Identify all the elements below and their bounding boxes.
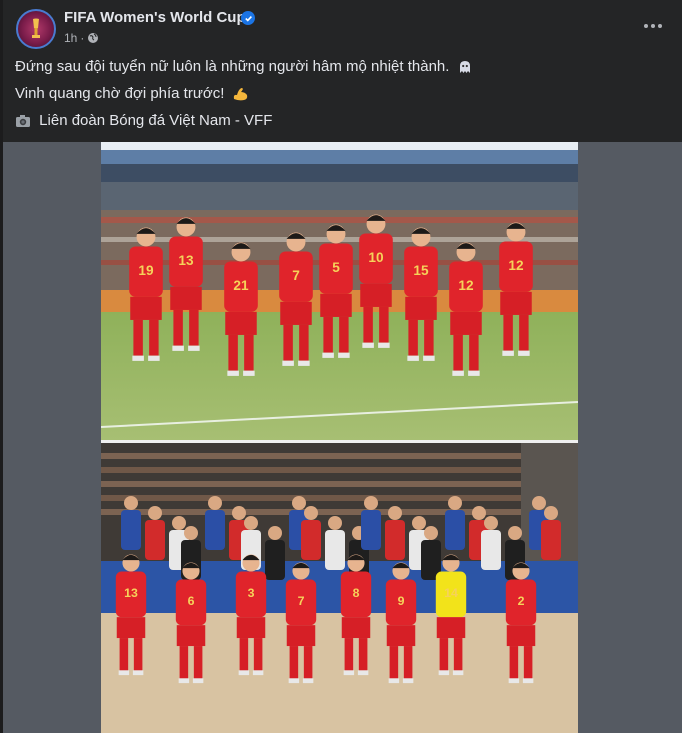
- fan-head: [508, 526, 522, 540]
- fan-body: [205, 510, 225, 550]
- fan-body: [481, 530, 501, 570]
- page-avatar[interactable]: [16, 9, 56, 49]
- flexed-biceps-emoji-icon: [233, 88, 247, 101]
- team-celebration-photo[interactable]: 19 13 21 7 5 10 15 12 12: [101, 142, 578, 440]
- jersey-number: 13: [178, 253, 194, 268]
- jersey-number: 3: [248, 586, 255, 600]
- page-name-link[interactable]: FIFA Women's World Cup: [64, 9, 246, 26]
- fan-head: [472, 506, 486, 520]
- fan-head: [208, 496, 222, 510]
- jersey-number: 7: [292, 268, 300, 283]
- fan-head: [148, 506, 162, 520]
- jersey-number: 14: [444, 586, 458, 600]
- fan-body: [445, 510, 465, 550]
- avatar-trophy-icon: [32, 18, 40, 38]
- fan-head: [364, 496, 378, 510]
- post-text-3: Liên đoàn Bóng đá Việt Nam - VFF: [39, 112, 273, 129]
- fan-body: [265, 540, 285, 580]
- fan-body: [541, 520, 561, 560]
- fan-head: [388, 506, 402, 520]
- jersey-number: 10: [368, 250, 384, 265]
- fan-body: [325, 530, 345, 570]
- fan-head: [292, 496, 306, 510]
- fan-body: [385, 520, 405, 560]
- jersey-number: 19: [138, 263, 154, 278]
- fan-head: [268, 526, 282, 540]
- more-options-icon[interactable]: [641, 16, 665, 36]
- jersey-number: 6: [188, 594, 195, 608]
- fan-head: [184, 526, 198, 540]
- post-meta: 1h ·: [64, 31, 99, 45]
- fan-head: [328, 516, 342, 530]
- fan-body: [145, 520, 165, 560]
- fan-head: [172, 516, 186, 530]
- fan-head: [448, 496, 462, 510]
- verified-badge-icon: [241, 11, 255, 25]
- fan-head: [544, 506, 558, 520]
- post-text-1: Đứng sau đội tuyển nữ luôn là những ngườ…: [15, 58, 450, 75]
- fan-body: [361, 510, 381, 550]
- jersey-number: 9: [398, 594, 405, 608]
- fan-head: [484, 516, 498, 530]
- fan-body: [121, 510, 141, 550]
- fan-head: [532, 496, 546, 510]
- fan-head: [424, 526, 438, 540]
- post-time-link[interactable]: 1h: [64, 31, 77, 45]
- fan-head: [244, 516, 258, 530]
- post-text-2: Vinh quang chờ đợi phía trước!: [15, 85, 225, 102]
- post-text-line-3: Liên đoàn Bóng đá Việt Nam - VFF: [15, 112, 272, 129]
- ghost-emoji-icon: [459, 61, 470, 74]
- jersey-number: 7: [298, 594, 305, 608]
- meta-dot: ·: [80, 31, 85, 45]
- fan-head: [412, 516, 426, 530]
- globe-icon[interactable]: [87, 32, 99, 44]
- jersey-number: 12: [508, 258, 524, 273]
- camera-emoji-icon: [16, 115, 30, 128]
- post-text-line-2: Vinh quang chờ đợi phía trước!: [15, 85, 249, 102]
- fan-head: [124, 496, 138, 510]
- team-with-fans-photo[interactable]: 13 6 3 7 8 9 14 2: [101, 443, 578, 733]
- fan-head: [232, 506, 246, 520]
- fan-head: [304, 506, 318, 520]
- jersey-number: 8: [353, 586, 360, 600]
- jersey-number: 15: [413, 263, 429, 278]
- jersey-number: 13: [124, 586, 138, 600]
- jersey-number: 12: [458, 278, 474, 293]
- jersey-number: 5: [332, 260, 340, 275]
- post-text-line-1: Đứng sau đội tuyển nữ luôn là những ngườ…: [15, 58, 473, 75]
- jersey-number: 2: [518, 594, 525, 608]
- fan-body: [301, 520, 321, 560]
- post-header: FIFA Women's World Cup 1h · Đứng sau đội…: [3, 0, 682, 142]
- jersey-number: 21: [233, 278, 249, 293]
